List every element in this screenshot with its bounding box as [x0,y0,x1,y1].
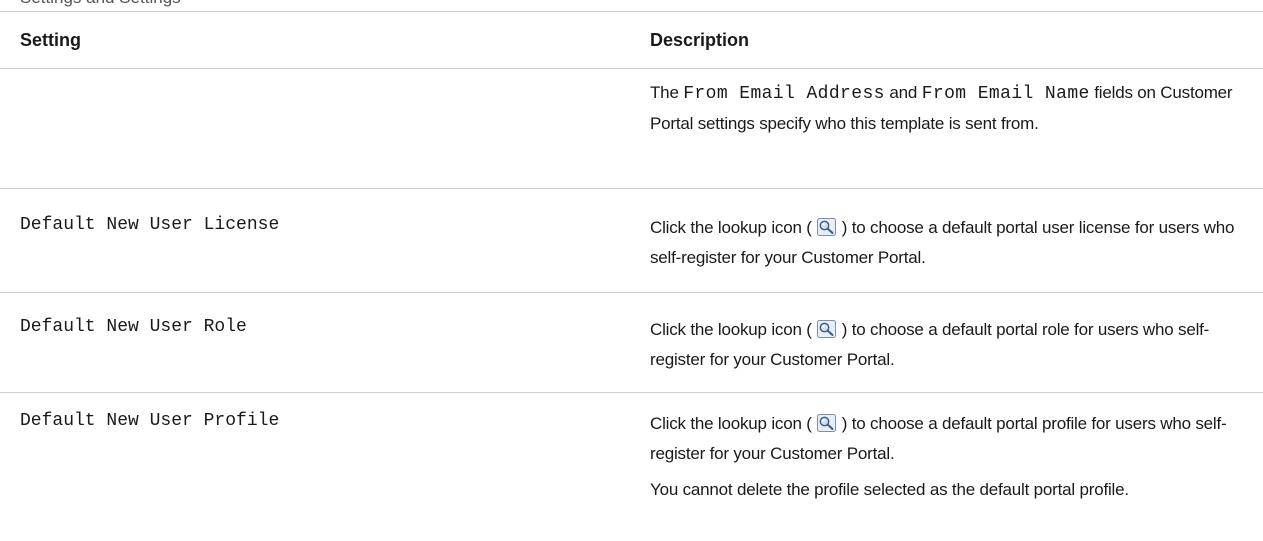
desc-text: Click the lookup icon ( [650,218,812,237]
row-divider [0,392,1263,393]
column-header-description: Description [650,30,750,50]
lookup-icon [817,414,837,432]
lookup-icon [817,218,837,236]
settings-table: Settings and Settings Setting Descriptio… [0,0,1263,541]
top-divider [0,11,1263,12]
desc-text: The [650,83,679,102]
header-divider [0,68,1263,69]
setting-description: Click the lookup icon ( ) to choose a de… [650,213,1252,273]
desc-text: Click the lookup icon ( [650,320,812,339]
code-from-email-address: From Email Address [683,84,885,104]
row-divider [0,292,1263,293]
setting-description: The From Email Address and From Email Na… [650,78,1252,139]
desc-text: Click the lookup icon ( [650,414,812,433]
code-from-email-name: From Email Name [921,84,1090,104]
row-divider [0,188,1263,189]
setting-description: Click the lookup icon ( ) to choose a de… [650,409,1252,505]
desc-text: and [889,83,918,102]
setting-description: Click the lookup icon ( ) to choose a de… [650,315,1252,375]
column-header-setting: Setting [20,30,81,50]
desc-note: You cannot delete the profile selected a… [650,480,1129,499]
setting-name: Default New User License [20,215,280,235]
lookup-icon [817,320,837,338]
setting-name: Default New User Role [20,317,247,337]
table-caption: Settings and Settings [20,0,181,8]
setting-name: Default New User Profile [20,411,280,431]
